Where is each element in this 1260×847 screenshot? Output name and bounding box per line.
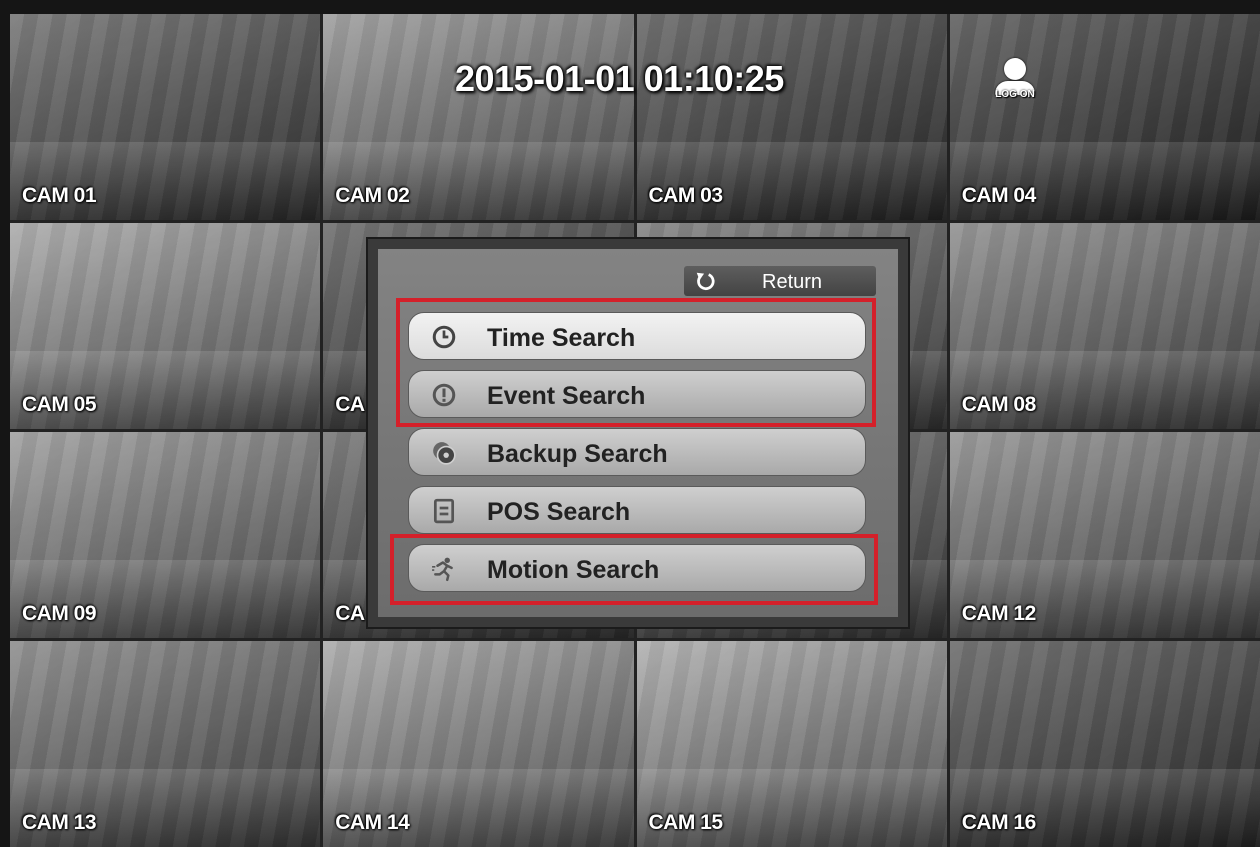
camera-label: CAM 09: [22, 602, 97, 625]
camera-tile-05[interactable]: CAM 05: [10, 223, 321, 429]
pos-icon: [433, 498, 455, 524]
camera-tile-08[interactable]: CAM 08: [949, 223, 1260, 429]
camera-label: CAM 15: [648, 811, 724, 834]
camera-feed-floor: [10, 559, 321, 638]
camera-tile-15[interactable]: CAM 15: [636, 641, 947, 847]
camera-label: CAM 05: [22, 393, 97, 416]
camera-label: CA: [335, 393, 365, 416]
camera-label: CAM 01: [22, 184, 97, 207]
camera-tile-12[interactable]: CAM 12: [949, 432, 1260, 638]
return-button[interactable]: Return: [684, 266, 876, 296]
camera-feed-floor: [323, 768, 634, 847]
camera-label: CAM 12: [961, 602, 1037, 625]
camera-label: CAM 16: [961, 811, 1037, 834]
camera-label: CAM 02: [335, 184, 410, 207]
user-icon: [1004, 58, 1026, 80]
camera-label: CAM 13: [22, 811, 97, 834]
camera-feed-floor: [949, 350, 1260, 429]
camera-feed-floor: [636, 768, 947, 847]
backup-icon: [433, 442, 456, 465]
dvr-screen: CAM 01 CAM 02 CAM 03 CAM 04 CAM 05 CA CA…: [0, 0, 1260, 847]
camera-feed-floor: [949, 141, 1260, 220]
camera-feed-floor: [10, 350, 321, 429]
camera-label: CAM 14: [335, 811, 410, 834]
camera-feed-floor: [949, 768, 1260, 847]
camera-label: CAM 08: [961, 393, 1037, 416]
camera-tile-01[interactable]: CAM 01: [10, 14, 321, 220]
camera-tile-03[interactable]: CAM 03: [636, 14, 947, 220]
camera-label: CAM 03: [648, 184, 724, 207]
highlight-box-time-event: [396, 298, 876, 427]
camera-label: CAM 04: [961, 184, 1037, 207]
logon-label: LOG ON: [995, 89, 1035, 100]
camera-feed-floor: [949, 559, 1260, 638]
camera-label: CA: [335, 602, 365, 625]
pos-search-label: POS Search: [487, 498, 631, 526]
camera-tile-14[interactable]: CAM 14: [323, 641, 634, 847]
pos-search-button[interactable]: POS Search: [408, 486, 866, 534]
backup-search-button[interactable]: Backup Search: [408, 428, 866, 476]
camera-tile-02[interactable]: CAM 02: [323, 14, 634, 220]
camera-tile-09[interactable]: CAM 09: [10, 432, 321, 638]
return-label: Return: [762, 271, 823, 293]
camera-tile-13[interactable]: CAM 13: [10, 641, 321, 847]
camera-feed-floor: [636, 141, 947, 220]
camera-feed-floor: [323, 141, 634, 220]
camera-tile-04[interactable]: CAM 04: [949, 14, 1260, 220]
logon-indicator[interactable]: LOG ON: [990, 58, 1040, 100]
camera-feed-floor: [10, 141, 321, 220]
highlight-box-motion: [390, 534, 878, 605]
camera-feed-floor: [10, 768, 321, 847]
return-icon: [696, 272, 715, 291]
backup-search-label: Backup Search: [487, 440, 668, 468]
camera-tile-16[interactable]: CAM 16: [949, 641, 1260, 847]
datetime-overlay: 2015-01-01 01:10:25: [455, 58, 784, 99]
